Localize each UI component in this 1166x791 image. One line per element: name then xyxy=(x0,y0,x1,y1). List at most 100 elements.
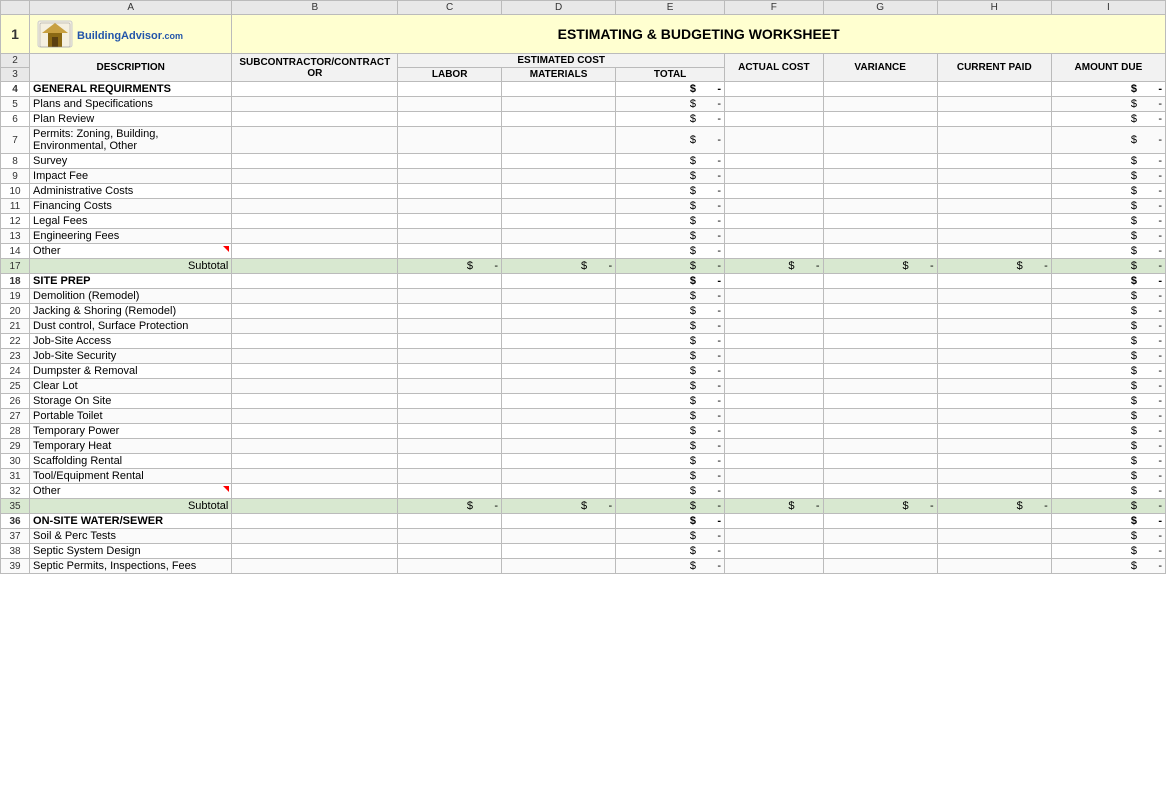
row-num-13: 13 xyxy=(1,229,30,244)
row-num-20: 20 xyxy=(1,304,30,319)
row-6: 6 Plan Review $ - $ - xyxy=(1,112,1166,127)
row-num-19: 19 xyxy=(1,289,30,304)
row-num-31: 31 xyxy=(1,469,30,484)
row-19: 19 Demolition (Remodel) $ - $ - xyxy=(1,289,1166,304)
row5-desc: Plans and Specifications xyxy=(30,97,232,112)
row14-desc: Other xyxy=(30,244,232,259)
row-12: 12 Legal Fees $ - $ - xyxy=(1,214,1166,229)
description-header: DESCRIPTION xyxy=(30,54,232,82)
logo-icon xyxy=(36,19,74,49)
row10-desc: Administrative Costs xyxy=(30,184,232,199)
subtotal-row-35: 35 Subtotal $ - $ - $ - $ - $ - $ - $ - xyxy=(1,499,1166,514)
title-row: 1 xyxy=(1,15,1166,54)
col-header-g: G xyxy=(823,1,937,15)
row-27: 27 Portable Toilet $ - $ - xyxy=(1,409,1166,424)
subcontractor-header: SUBCONTRACTOR/CONTRACT OR xyxy=(232,54,398,82)
total-header: TOTAL xyxy=(616,68,725,82)
general-requirements-header-row: 4 GENERAL REQUIRMENTS $ - $ - xyxy=(1,82,1166,97)
row-5: 5 Plans and Specifications $ - $ - xyxy=(1,97,1166,112)
col-header-d: D xyxy=(502,1,616,15)
row-29: 29 Temporary Heat $ - $ - xyxy=(1,439,1166,454)
row-num-32: 32 xyxy=(1,484,30,499)
row-21: 21 Dust control, Surface Protection $ - … xyxy=(1,319,1166,334)
subtotal-label-35: Subtotal xyxy=(30,499,232,514)
general-f-4 xyxy=(725,82,824,97)
site-prep-header-row: 18 SITE PREP $ - $ - xyxy=(1,274,1166,289)
general-i-4: $ - xyxy=(1051,82,1165,97)
row-num-23: 23 xyxy=(1,349,30,364)
row-14: 14 Other $ - $ - xyxy=(1,244,1166,259)
general-g-4 xyxy=(823,82,937,97)
row-26: 26 Storage On Site $ - $ - xyxy=(1,394,1166,409)
materials-header: MATERIALS xyxy=(502,68,616,82)
row13-desc: Engineering Fees xyxy=(30,229,232,244)
row-num-35: 35 xyxy=(1,499,30,514)
header-row-2: 2 DESCRIPTION SUBCONTRACTOR/CONTRACT OR … xyxy=(1,54,1166,68)
actual-cost-header: ACTUAL COST xyxy=(725,54,824,82)
row-31: 31 Tool/Equipment Rental $ - $ - xyxy=(1,469,1166,484)
labor-header: LABOR xyxy=(398,68,502,82)
row-num-17: 17 xyxy=(1,259,30,274)
corner-cell xyxy=(1,1,30,15)
row7-desc: Permits: Zoning, Building,Environmental,… xyxy=(30,127,232,154)
row-11: 11 Financing Costs $ - $ - xyxy=(1,199,1166,214)
row-13: 13 Engineering Fees $ - $ - xyxy=(1,229,1166,244)
water-sewer-header-row: 36 ON-SITE WATER/SEWER $ - $ - xyxy=(1,514,1166,529)
water-sewer-label: ON-SITE WATER/SEWER xyxy=(30,514,232,529)
estimated-cost-header: ESTIMATED COST xyxy=(398,54,725,68)
general-requirements-label: GENERAL REQUIRMENTS xyxy=(30,82,232,97)
logo-cell: BuildingAdvisor.com xyxy=(30,15,232,54)
worksheet-title: ESTIMATING & BUDGETING WORKSHEET xyxy=(232,15,1166,54)
row-num-28: 28 xyxy=(1,424,30,439)
row-num-1: 1 xyxy=(1,15,30,54)
row-38: 38 Septic System Design $ - $ - xyxy=(1,544,1166,559)
variance-header: VARIANCE xyxy=(823,54,937,82)
row-32: 32 Other $ - $ - xyxy=(1,484,1166,499)
row-7: 7 Permits: Zoning, Building,Environmenta… xyxy=(1,127,1166,154)
row-39: 39 Septic Permits, Inspections, Fees $ -… xyxy=(1,559,1166,574)
row-num-30: 30 xyxy=(1,454,30,469)
row-20: 20 Jacking & Shoring (Remodel) $ - $ - xyxy=(1,304,1166,319)
row-num-38: 38 xyxy=(1,544,30,559)
row-num-7: 7 xyxy=(1,127,30,154)
col-header-c: C xyxy=(398,1,502,15)
current-paid-header: CURRENT PAID xyxy=(937,54,1051,82)
row-25: 25 Clear Lot $ - $ - xyxy=(1,379,1166,394)
subtotal-row-17: 17 Subtotal $ - $ - $ - $ - $ - $ - $ - xyxy=(1,259,1166,274)
row-num-9: 9 xyxy=(1,169,30,184)
row-num-12: 12 xyxy=(1,214,30,229)
row8-desc: Survey xyxy=(30,154,232,169)
col-header-i: I xyxy=(1051,1,1165,15)
row6-desc: Plan Review xyxy=(30,112,232,127)
row-22: 22 Job-Site Access $ - $ - xyxy=(1,334,1166,349)
col-header-b: B xyxy=(232,1,398,15)
row-num-3: 3 xyxy=(1,68,30,82)
row-num-8: 8 xyxy=(1,154,30,169)
col-header-h: H xyxy=(937,1,1051,15)
row-num-21: 21 xyxy=(1,319,30,334)
row9-desc: Impact Fee xyxy=(30,169,232,184)
row-num-22: 22 xyxy=(1,334,30,349)
row-num-11: 11 xyxy=(1,199,30,214)
row-num-10: 10 xyxy=(1,184,30,199)
site-prep-label: SITE PREP xyxy=(30,274,232,289)
row-num-26: 26 xyxy=(1,394,30,409)
col-header-a: A xyxy=(30,1,232,15)
row-num-36: 36 xyxy=(1,514,30,529)
general-c-4 xyxy=(398,82,502,97)
row-num-25: 25 xyxy=(1,379,30,394)
amount-due-header: AMOUNT DUE xyxy=(1051,54,1165,82)
row-num-4: 4 xyxy=(1,82,30,97)
row-num-24: 24 xyxy=(1,364,30,379)
row12-desc: Legal Fees xyxy=(30,214,232,229)
spreadsheet: A B C D E F G H I 1 xyxy=(0,0,1166,574)
subtotal-label-17: Subtotal xyxy=(30,259,232,274)
row-num-2: 2 xyxy=(1,54,30,68)
row-28: 28 Temporary Power $ - $ - xyxy=(1,424,1166,439)
row11-desc: Financing Costs xyxy=(30,199,232,214)
row-num-5: 5 xyxy=(1,97,30,112)
row-num-29: 29 xyxy=(1,439,30,454)
row-num-27: 27 xyxy=(1,409,30,424)
row-37: 37 Soil & Perc Tests $ - $ - xyxy=(1,529,1166,544)
row-num-14: 14 xyxy=(1,244,30,259)
